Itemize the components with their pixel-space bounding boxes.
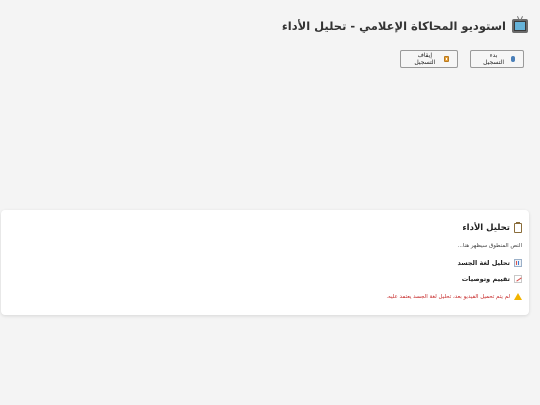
tv-icon: [512, 19, 528, 33]
recommendations-section: تقييم وتوصيات: [462, 275, 522, 283]
warning-message: لم يتم تحميل الفيديو بعد، تحليل لغة الجس…: [386, 293, 522, 300]
recommendations-label: تقييم وتوصيات: [461, 275, 510, 283]
stop-recording-button[interactable]: إيقاف التسجيل: [400, 50, 458, 68]
clipboard-icon: [514, 222, 522, 233]
stop-icon: [443, 56, 449, 62]
trend-chart-icon: [514, 275, 522, 283]
warning-text: لم يتم تحميل الفيديو بعد، تحليل لغة الجس…: [386, 293, 510, 300]
analysis-title-row: تحليل الأداء: [462, 222, 522, 233]
recording-controls: بدء التسجيل إيقاف التسجيل: [400, 50, 524, 68]
warning-icon: [514, 293, 522, 300]
body-language-section: تحليل لغة الجسد: [457, 259, 522, 267]
start-recording-label: بدء التسجيل: [483, 52, 505, 66]
app-root: استوديو المحاكاة الإعلامي - تحليل الأداء…: [0, 0, 540, 405]
bar-chart-icon: [514, 259, 522, 267]
microphone-icon: [511, 56, 515, 62]
start-recording-button[interactable]: بدء التسجيل: [470, 50, 524, 68]
analysis-title: تحليل الأداء: [462, 223, 510, 233]
body-language-label: تحليل لغة الجسد: [457, 259, 510, 267]
analysis-card: تحليل الأداء النص المنطوق سيظهر هنا... ت…: [1, 210, 529, 315]
transcript-text: النص المنطوق سيظهر هنا...: [457, 243, 522, 249]
stop-recording-label: إيقاف التسجيل: [414, 52, 436, 66]
app-header: استوديو المحاكاة الإعلامي - تحليل الأداء: [282, 19, 528, 33]
page-title: استوديو المحاكاة الإعلامي - تحليل الأداء: [281, 19, 506, 33]
